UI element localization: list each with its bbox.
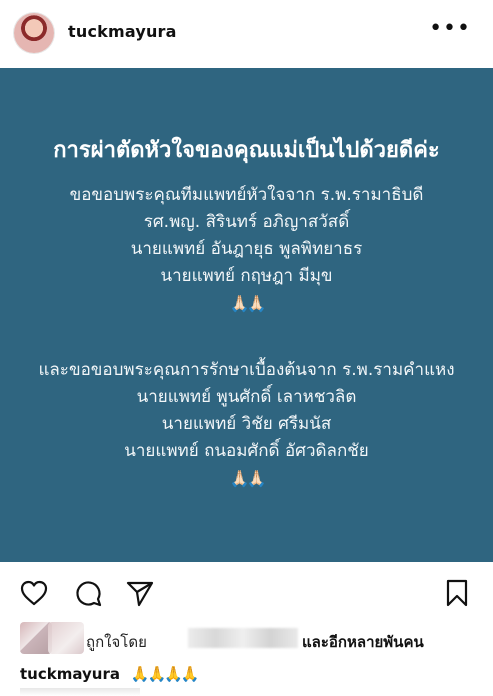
doctor-line: นายแพทย์ พูนศักดิ์ เลาหชวลิต <box>136 387 357 407</box>
caption: tuckmayura 🙏🙏🙏🙏 <box>20 665 200 683</box>
more-options-icon[interactable]: ••• <box>429 18 471 40</box>
comment-icon[interactable] <box>72 577 104 609</box>
doctor-line: นายแพทย์ ถนอมศักดิ์ อัศวดิลกชัย <box>124 441 369 461</box>
likes-row: ถูกใจโดย และอีกหลายพันคน <box>20 622 480 656</box>
thanks-line: และขอขอบพระคุณการรักษาเบื้องต้นจาก ร.พ.ร… <box>38 360 455 380</box>
caption-username[interactable]: tuckmayura <box>20 665 120 683</box>
caption-overflow-fade <box>20 688 140 696</box>
blurred-username[interactable] <box>188 628 298 648</box>
heart-icon[interactable] <box>18 577 50 609</box>
doctor-line: นายแพทย์ วิชัย ศรีมนัส <box>161 414 332 434</box>
likes-count-link[interactable]: และอีกหลายพันคน <box>302 630 424 654</box>
post-title: การผ่าตัดหัวใจของคุณแม่เป็นไปด้วยดีค่ะ <box>53 138 440 163</box>
thanks-paragraph-ramkhamhaeng: และขอขอบพระคุณการรักษาเบื้องต้นจาก ร.พ.ร… <box>0 357 493 492</box>
post-username[interactable]: tuckmayura <box>68 22 177 41</box>
doctor-line: รศ.พญ. สิรินทร์ อภิญาสวัสดิ์ <box>143 212 350 232</box>
thanks-line: ขอขอบพระคุณทีมแพทย์หัวใจจาก ร.พ.รามาธิบด… <box>69 185 424 205</box>
share-icon[interactable] <box>124 577 156 609</box>
avatar[interactable] <box>14 13 54 53</box>
praying-hands-emoji: 🙏🏻🙏🏻 <box>229 469 267 488</box>
post-actions <box>0 568 493 618</box>
liked-by-label: ถูกใจโดย <box>86 633 147 651</box>
praying-hands-emoji: 🙏🏻🙏🏻 <box>229 294 267 313</box>
post-header: tuckmayura ••• <box>0 0 493 68</box>
post-image[interactable]: การผ่าตัดหัวใจของคุณแม่เป็นไปด้วยดีค่ะ ข… <box>0 68 493 562</box>
caption-text: 🙏🙏🙏🙏 <box>130 665 200 683</box>
bookmark-icon[interactable] <box>441 577 473 609</box>
doctor-line: นายแพทย์ อันฎายุธ พูลพิทยาธร <box>130 239 363 259</box>
liker-avatar[interactable] <box>48 622 84 654</box>
doctor-line: นายแพทย์ กฤษฎา มีมุข <box>160 266 333 286</box>
thanks-paragraph-ramathibodi: ขอขอบพระคุณทีมแพทย์หัวใจจาก ร.พ.รามาธิบด… <box>0 182 493 317</box>
